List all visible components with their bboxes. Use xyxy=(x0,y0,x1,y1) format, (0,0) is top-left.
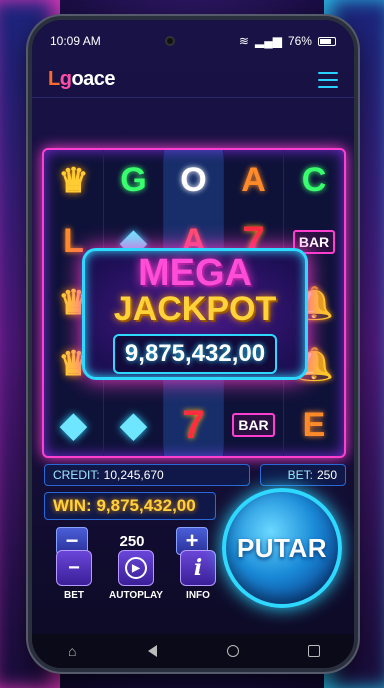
reel-cell: C xyxy=(284,150,344,211)
win-display: WIN: 9,875,432,00 xyxy=(44,492,216,520)
reel-cell: ◆ xyxy=(44,394,104,456)
home-circle-icon[interactable] xyxy=(223,641,243,661)
signal-icon: ▂▄▆ xyxy=(254,34,282,48)
back-icon[interactable] xyxy=(143,641,163,661)
spin-button[interactable]: PUTAR xyxy=(222,488,342,608)
reel-cell: A xyxy=(224,150,284,212)
home-icon[interactable]: ⌂ xyxy=(62,641,82,661)
menu-icon[interactable] xyxy=(318,71,338,88)
control-buttons: − BET ▶ AUTOPLAY i INFO xyxy=(56,550,216,601)
diamond-icon: ◆ xyxy=(120,406,147,445)
letter-symbol: E xyxy=(302,405,326,444)
bet-stepper-value: 250 xyxy=(119,532,145,550)
crown-icon: ♛ xyxy=(58,161,89,200)
system-nav-bar: ⌂ xyxy=(32,634,354,668)
letter-symbol: C xyxy=(301,161,327,200)
status-time: 10:09 AM xyxy=(50,34,101,48)
letter-symbol: L xyxy=(63,222,84,261)
reel-cell: ◆ xyxy=(104,394,164,456)
seven-icon: 7 xyxy=(182,402,205,447)
letter-symbol: A xyxy=(241,161,266,200)
battery-level: 76% xyxy=(287,34,312,48)
credit-display: CREDIT: 10,245,670 xyxy=(44,464,250,486)
jackpot-amount: 9,875,432,00 xyxy=(112,333,278,374)
win-value: 9,875,432,00 xyxy=(96,496,196,515)
game-screen: 10:09 AM ≋ ▂▄▆ 76% Lgoace ♛ G O A C L ◆ A 7 BAR ♛ 🔔… xyxy=(32,20,354,668)
recents-icon[interactable] xyxy=(304,641,324,661)
reel-cell: 7 xyxy=(164,394,224,456)
info-button[interactable]: i INFO xyxy=(180,550,216,601)
jackpot-title-mega: MEGA xyxy=(138,252,252,295)
reel-cell: E xyxy=(284,395,344,456)
minus-icon: − xyxy=(56,550,92,586)
letter-symbol: O xyxy=(180,161,207,200)
logo[interactable]: Lgoace xyxy=(48,68,116,91)
reel-cell: ♛ xyxy=(44,150,104,212)
bet-button[interactable]: − BET xyxy=(56,550,92,601)
mega-jackpot-banner: MEGA JACKPOT 9,875,432,00 xyxy=(82,248,308,380)
reel-cell: G xyxy=(104,150,164,212)
reel-cell: O xyxy=(164,150,224,212)
info-bar: CREDIT: 10,245,670 BET: 250 xyxy=(44,464,346,486)
autoplay-button[interactable]: ▶ AUTOPLAY xyxy=(109,550,163,601)
letter-symbol: G xyxy=(120,161,147,200)
bet-display: BET: 250 xyxy=(260,464,346,486)
bar-symbol: BAR xyxy=(232,413,275,438)
autoplay-icon: ▶ xyxy=(125,557,147,579)
info-icon: i xyxy=(193,555,203,581)
diamond-icon: ◆ xyxy=(60,406,87,445)
phone-frame: 10:09 AM ≋ ▂▄▆ 76% Lgoace ♛ G O A C L ◆ A 7 BAR ♛ 🔔… xyxy=(28,16,358,672)
wifi-icon: ≋ xyxy=(238,34,249,48)
app-header: Lgoace xyxy=(32,62,354,98)
credit-value: 10,245,670 xyxy=(103,468,164,482)
bet-value: 250 xyxy=(316,468,337,482)
battery-icon xyxy=(317,36,336,46)
jackpot-title-jackpot: JACKPOT xyxy=(113,290,277,329)
reel-cell: BAR xyxy=(224,394,284,456)
camera-icon xyxy=(164,36,175,46)
status-bar: 10:09 AM ≋ ▂▄▆ 76% xyxy=(32,20,354,62)
